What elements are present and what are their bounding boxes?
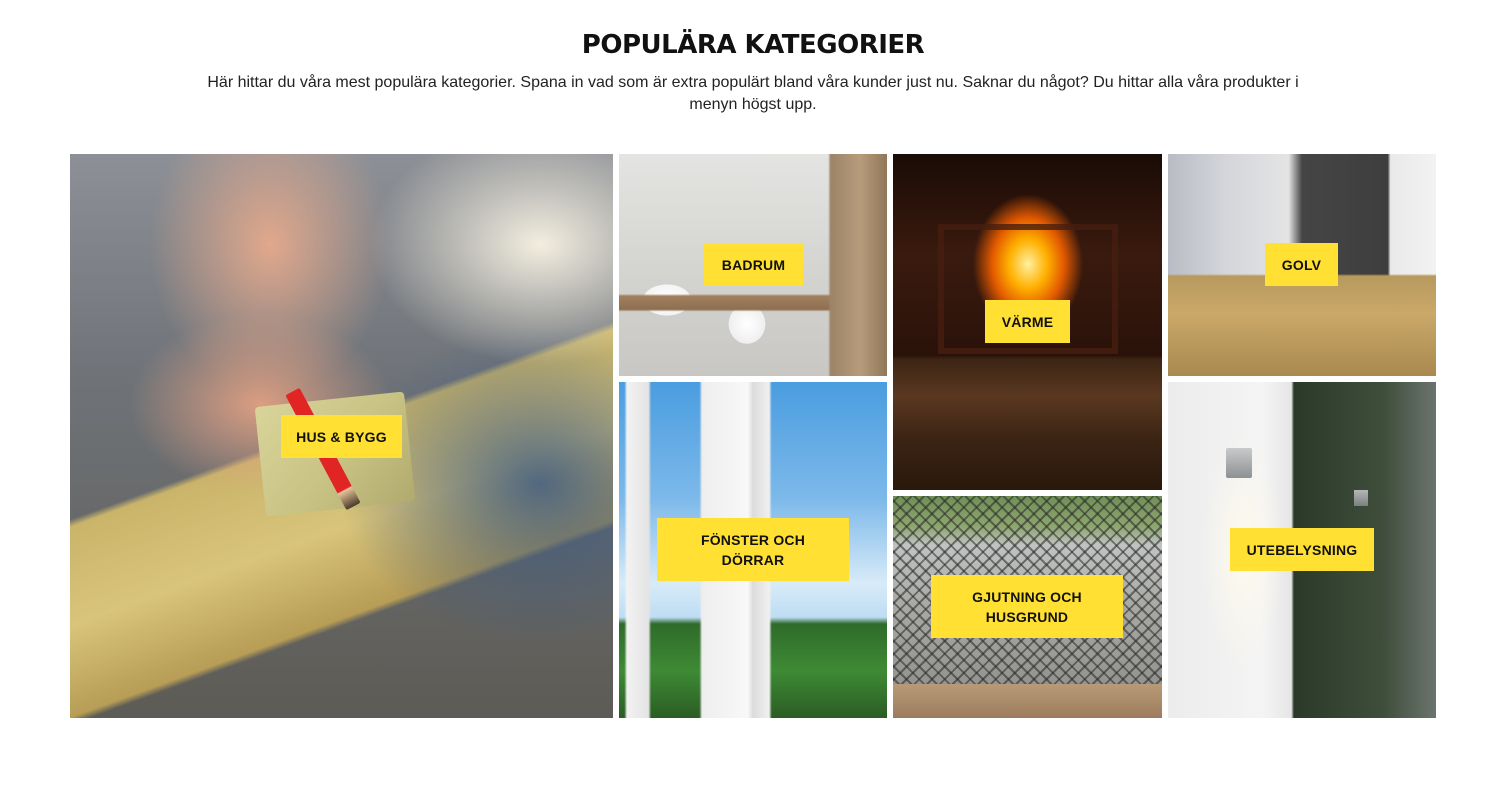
category-label: HUS & BYGG xyxy=(281,415,402,458)
category-tile-varme[interactable]: VÄRME xyxy=(893,154,1162,490)
wall-lamp-icon xyxy=(1226,448,1252,478)
category-label: GOLV xyxy=(1265,243,1338,286)
category-label: GJUTNING OCH HUSGRUND xyxy=(931,575,1123,638)
category-label: UTEBELYSNING xyxy=(1230,528,1374,571)
section-description: Här hittar du våra mest populära kategor… xyxy=(207,74,1299,113)
category-label: VÄRME xyxy=(985,300,1070,343)
category-label: FÖNSTER OCH DÖRRAR xyxy=(657,518,849,581)
category-label: BADRUM xyxy=(704,243,803,286)
category-tile-hus-bygg[interactable]: HUS & BYGG xyxy=(70,154,613,718)
category-tile-gjutning-och-husgrund[interactable]: GJUTNING OCH HUSGRUND xyxy=(893,496,1162,718)
category-image-detail xyxy=(893,684,1162,718)
category-tile-badrum[interactable]: BADRUM xyxy=(619,154,887,376)
wall-lamp-icon xyxy=(1354,490,1368,506)
category-tile-fonster-och-dorrar[interactable]: FÖNSTER OCH DÖRRAR xyxy=(619,382,887,718)
category-tile-utebelysning[interactable]: UTEBELYSNING xyxy=(1168,382,1436,718)
category-tile-golv[interactable]: GOLV xyxy=(1168,154,1436,376)
section-title: POPULÄRA KATEGORIER xyxy=(581,30,925,60)
